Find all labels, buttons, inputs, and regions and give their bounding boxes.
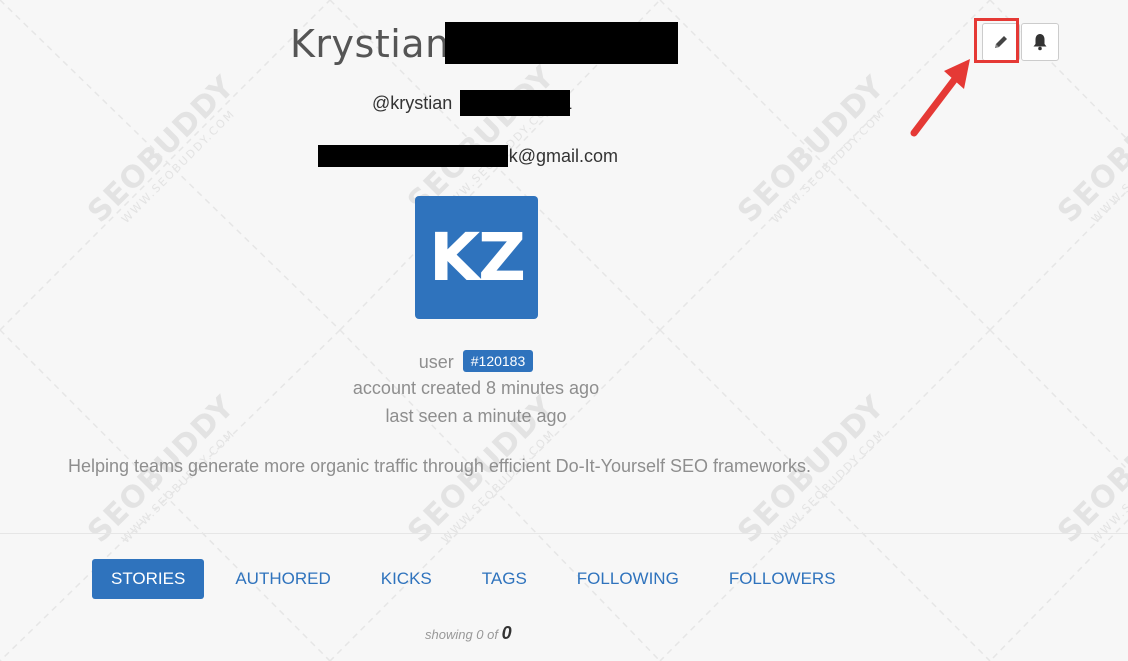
user-role-line: user #120183	[276, 350, 676, 373]
profile-tabs: STORIES AUTHORED KICKS TAGS FOLLOWING FO…	[92, 559, 867, 599]
profile-name: Krystian	[290, 22, 450, 66]
watermark: SEOBUDDY WWW.SEOBUDDY.COM	[81, 69, 242, 230]
tab-stories[interactable]: STORIES	[92, 559, 205, 599]
annotation-arrow-icon	[910, 59, 970, 137]
redaction-bar	[460, 90, 570, 116]
tab-followers[interactable]: FOLLOWERS	[710, 559, 855, 599]
watermark: SEOBUDDY WWW.SEOBUDDY.COM	[1051, 69, 1128, 230]
tab-following[interactable]: FOLLOWING	[558, 559, 698, 599]
highlight-box	[974, 18, 1019, 63]
user-id-badge: #120183	[462, 350, 534, 372]
section-divider	[0, 533, 1128, 534]
last-seen: last seen a minute ago	[385, 406, 567, 426]
tab-tags[interactable]: TAGS	[463, 559, 546, 599]
notifications-button[interactable]	[1021, 23, 1059, 61]
role-label: user	[418, 352, 454, 372]
watermark: SEOBUDDY WWW.SEOBUDDY.COM	[731, 69, 892, 230]
total-count: 0	[501, 623, 512, 643]
redaction-bar	[318, 145, 508, 167]
showing-count: showing 0 of 0	[425, 623, 512, 643]
tab-authored[interactable]: AUTHORED	[216, 559, 349, 599]
profile-bio: Helping teams generate more organic traf…	[68, 456, 812, 476]
tab-kicks[interactable]: KICKS	[362, 559, 451, 599]
profile-page: SEOBUDDY WWW.SEOBUDDY.COM SEOBUDDY WWW.S…	[0, 0, 1128, 661]
account-created: account created 8 minutes ago	[352, 378, 600, 398]
avatar: KZ	[415, 196, 538, 319]
redaction-bar	[445, 22, 678, 64]
bell-icon	[1033, 34, 1047, 51]
